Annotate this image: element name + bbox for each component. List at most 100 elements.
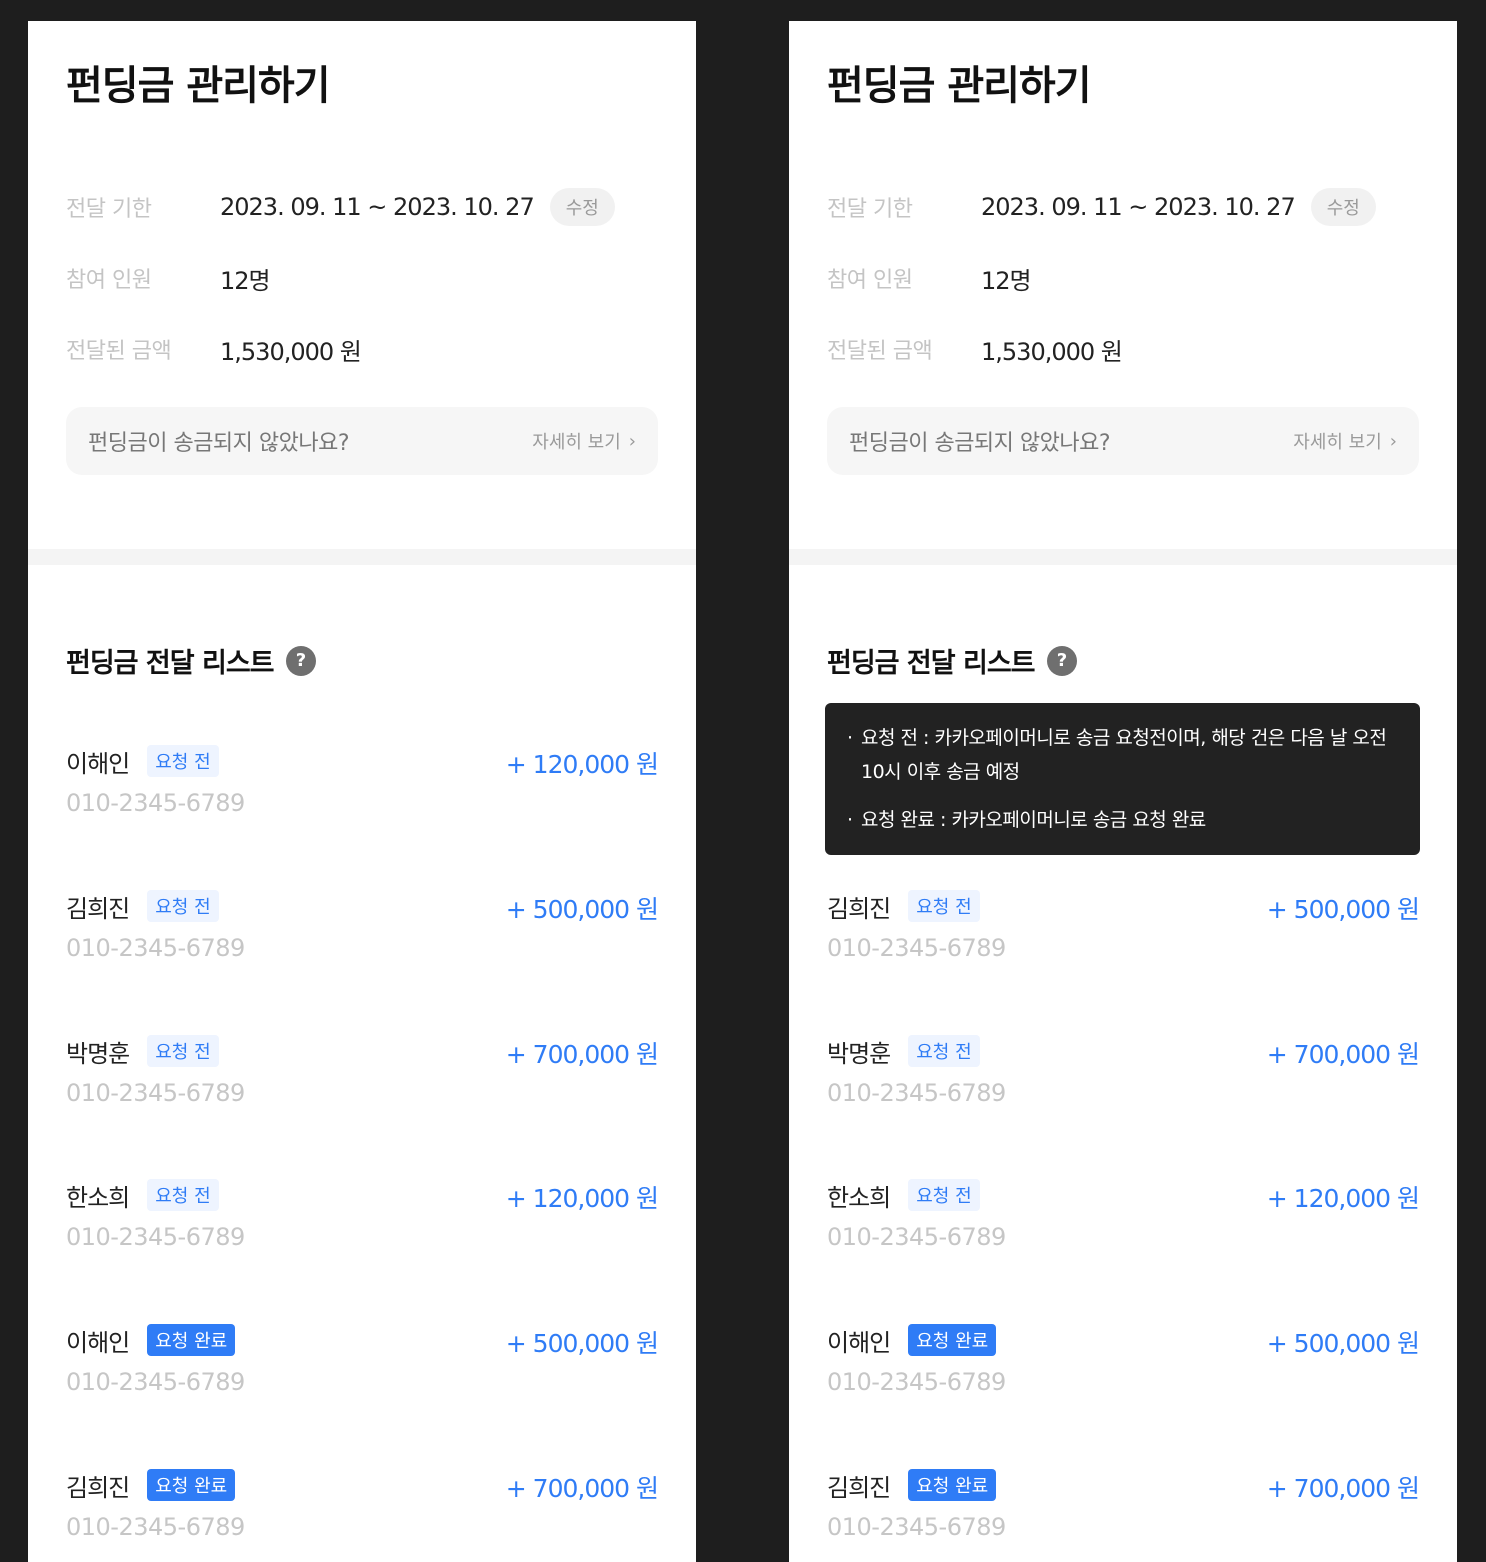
- recipient-name: 김희진: [827, 1473, 891, 1502]
- bullet-icon: ·: [847, 727, 853, 749]
- recipient-name: 김희진: [66, 894, 130, 923]
- name-row: 김희진 요청 완료: [66, 1465, 236, 1505]
- participants-value: 12명: [220, 266, 271, 295]
- status-badge: 요청 전: [147, 745, 219, 777]
- period-row: 전달 기한 2023. 09. 11 ~ 2023. 10. 27 수정: [66, 187, 615, 227]
- bullet-icon: ·: [847, 809, 853, 831]
- status-badge: 요청 전: [147, 890, 219, 922]
- recipient-phone: 010-2345-6789: [66, 1223, 245, 1251]
- edit-period-button[interactable]: 수정: [549, 188, 615, 226]
- amount-value: 1,530,000 원: [981, 337, 1123, 366]
- list-item[interactable]: 이해인 요청 전 010-2345-6789 + 120,000 원: [66, 741, 659, 851]
- amount-row: 전달된 금액 1,530,000 원: [827, 329, 1123, 369]
- help-icon[interactable]: ?: [1046, 645, 1077, 676]
- transfer-amount: + 700,000 원: [505, 1474, 659, 1503]
- tooltip-text-done: 요청 완료 : 카카오페이머니로 송금 요청 완료: [861, 809, 1206, 831]
- recipient-name: 박명훈: [66, 1039, 130, 1068]
- list-item[interactable]: 박명훈 요청 전 010-2345-6789 + 700,000 원: [827, 1031, 1420, 1141]
- recipient-phone: 010-2345-6789: [827, 1368, 1006, 1396]
- chevron-right-icon: ›: [628, 430, 636, 452]
- see-more-link[interactable]: 자세히 보기 ›: [532, 428, 636, 454]
- period-label: 전달 기한: [827, 197, 913, 222]
- page-title: 펀딩금 관리하기: [66, 63, 331, 109]
- name-row: 한소희 요청 전: [827, 1175, 980, 1215]
- recipient-name: 박명훈: [827, 1039, 891, 1068]
- recipient-phone: 010-2345-6789: [827, 1079, 1006, 1107]
- transfer-amount: + 120,000 원: [1266, 1184, 1420, 1213]
- recipient-phone: 010-2345-6789: [66, 789, 245, 817]
- list-item[interactable]: 박명훈 요청 전 010-2345-6789 + 700,000 원: [66, 1031, 659, 1141]
- list-title-text: 펀딩금 전달 리스트: [827, 648, 1036, 679]
- transfer-list-title: 펀딩금 전달 리스트 ?: [827, 641, 1077, 680]
- recipient-phone: 010-2345-6789: [827, 934, 1006, 962]
- recipient-phone: 010-2345-6789: [66, 1513, 245, 1541]
- name-row: 이해인 요청 전: [66, 741, 219, 781]
- see-more-link[interactable]: 자세히 보기 ›: [1293, 428, 1397, 454]
- period-label: 전달 기한: [66, 197, 152, 222]
- status-help-tooltip: · 요청 전 : 카카오페이머니로 송금 요청전이며, 해당 건은 다음 날 오…: [825, 703, 1420, 855]
- notice-question: 펀딩금이 송금되지 않았나요?: [88, 431, 350, 456]
- transfer-amount: + 500,000 원: [1266, 1329, 1420, 1358]
- transfer-amount: + 700,000 원: [505, 1040, 659, 1069]
- recipient-phone: 010-2345-6789: [827, 1223, 1006, 1251]
- amount-row: 전달된 금액 1,530,000 원: [66, 329, 362, 369]
- notice-question: 펀딩금이 송금되지 않았나요?: [849, 431, 1111, 456]
- page-title: 펀딩금 관리하기: [827, 63, 1092, 109]
- recipient-name: 이해인: [66, 1328, 130, 1357]
- recipient-name: 이해인: [827, 1328, 891, 1357]
- status-badge: 요청 전: [908, 890, 980, 922]
- status-badge: 요청 전: [147, 1179, 219, 1211]
- period-value: 2023. 09. 11 ~ 2023. 10. 27: [220, 193, 535, 221]
- name-row: 김희진 요청 전: [66, 886, 219, 926]
- status-badge: 요청 완료: [147, 1324, 236, 1356]
- tooltip-line-done: · 요청 완료 : 카카오페이머니로 송금 요청 완료: [847, 803, 1398, 837]
- recipient-name: 김희진: [66, 1473, 130, 1502]
- transfer-amount: + 500,000 원: [505, 895, 659, 924]
- tooltip-text-before: 요청 전 : 카카오페이머니로 송금 요청전이며, 해당 건은 다음 날 오전 …: [861, 727, 1387, 783]
- name-row: 박명훈 요청 전: [66, 1031, 219, 1071]
- recipient-name: 한소희: [66, 1183, 130, 1212]
- name-row: 이해인 요청 완료: [66, 1320, 236, 1360]
- status-badge: 요청 완료: [147, 1469, 236, 1501]
- transfer-amount: + 120,000 원: [505, 750, 659, 779]
- tooltip-line-before: · 요청 전 : 카카오페이머니로 송금 요청전이며, 해당 건은 다음 날 오…: [847, 721, 1398, 789]
- recipient-name: 이해인: [66, 749, 130, 778]
- recipient-phone: 010-2345-6789: [827, 1513, 1006, 1541]
- status-badge: 요청 전: [908, 1179, 980, 1211]
- list-item[interactable]: 한소희 요청 전 010-2345-6789 + 120,000 원: [66, 1175, 659, 1285]
- status-badge: 요청 전: [908, 1035, 980, 1067]
- participants-label: 참여 인원: [66, 268, 152, 293]
- participants-row: 참여 인원 12명: [827, 258, 1032, 298]
- help-icon[interactable]: ?: [285, 645, 316, 676]
- participants-row: 참여 인원 12명: [66, 258, 271, 298]
- list-item[interactable]: 김희진 요청 완료 010-2345-6789 + 700,000 원: [827, 1465, 1420, 1562]
- transfer-list-title: 펀딩금 전달 리스트 ?: [66, 641, 316, 680]
- transfer-notice-banner[interactable]: 펀딩금이 송금되지 않았나요? 자세히 보기 ›: [827, 407, 1419, 475]
- edit-period-button[interactable]: 수정: [1310, 188, 1376, 226]
- list-item[interactable]: 이해인 요청 완료 010-2345-6789 + 500,000 원: [827, 1320, 1420, 1430]
- chevron-right-icon: ›: [1389, 430, 1397, 452]
- period-value: 2023. 09. 11 ~ 2023. 10. 27: [981, 193, 1296, 221]
- see-more-label: 자세히 보기: [532, 432, 621, 453]
- name-row: 김희진 요청 완료: [827, 1465, 997, 1505]
- section-divider: [28, 549, 696, 565]
- participants-label: 참여 인원: [827, 268, 913, 293]
- recipient-phone: 010-2345-6789: [66, 934, 245, 962]
- name-row: 박명훈 요청 전: [827, 1031, 980, 1071]
- name-row: 김희진 요청 전: [827, 886, 980, 926]
- list-item[interactable]: 김희진 요청 전 010-2345-6789 + 500,000 원: [827, 886, 1420, 996]
- list-item[interactable]: 김희진 요청 완료 010-2345-6789 + 700,000 원: [66, 1465, 659, 1562]
- amount-label: 전달된 금액: [827, 339, 933, 364]
- list-item[interactable]: 이해인 요청 완료 010-2345-6789 + 500,000 원: [66, 1320, 659, 1430]
- amount-label: 전달된 금액: [66, 339, 172, 364]
- transfer-amount: + 120,000 원: [505, 1184, 659, 1213]
- transfer-notice-banner[interactable]: 펀딩금이 송금되지 않았나요? 자세히 보기 ›: [66, 407, 658, 475]
- name-row: 이해인 요청 완료: [827, 1320, 997, 1360]
- transfer-amount: + 500,000 원: [1266, 895, 1420, 924]
- transfer-amount: + 700,000 원: [1266, 1040, 1420, 1069]
- list-item[interactable]: 한소희 요청 전 010-2345-6789 + 120,000 원: [827, 1175, 1420, 1285]
- funding-management-screen-left: 펀딩금 관리하기 전달 기한 2023. 09. 11 ~ 2023. 10. …: [28, 21, 696, 1562]
- list-item[interactable]: 김희진 요청 전 010-2345-6789 + 500,000 원: [66, 886, 659, 996]
- recipient-phone: 010-2345-6789: [66, 1079, 245, 1107]
- recipient-phone: 010-2345-6789: [66, 1368, 245, 1396]
